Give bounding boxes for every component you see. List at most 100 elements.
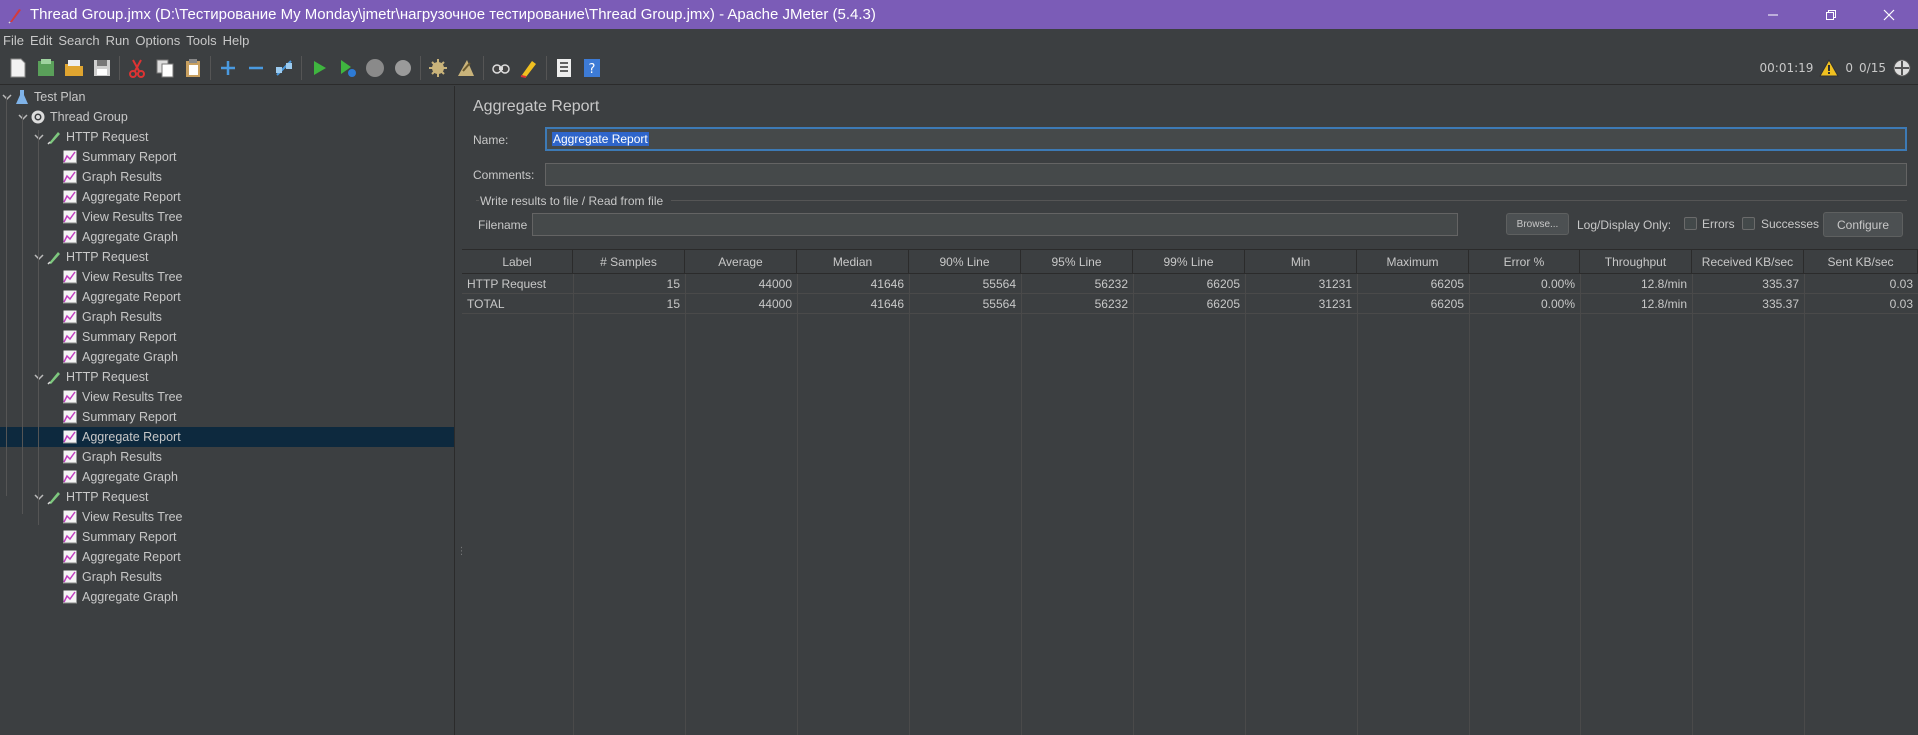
menu-options[interactable]: Options xyxy=(134,33,185,48)
search-button[interactable] xyxy=(487,54,515,82)
column-header[interactable]: # Samples xyxy=(573,250,685,274)
warning-count: 0 xyxy=(1845,61,1854,75)
tree-item[interactable]: HTTP Request xyxy=(0,127,454,147)
restore-button[interactable] xyxy=(1802,0,1860,29)
clear-button[interactable] xyxy=(424,54,452,82)
tree-item[interactable]: Graph Results xyxy=(0,307,454,327)
tree-item[interactable]: HTTP Request xyxy=(0,487,454,507)
name-field[interactable]: Aggregate Report xyxy=(545,127,1907,151)
column-header[interactable]: 90% Line xyxy=(909,250,1021,274)
column-header[interactable]: Label xyxy=(462,250,573,274)
tree-guide-line xyxy=(38,424,39,525)
browse-button[interactable]: Browse... xyxy=(1506,213,1569,235)
toolbar-separator xyxy=(210,55,211,80)
chevron-down-icon[interactable] xyxy=(32,370,46,384)
column-header[interactable]: 99% Line xyxy=(1133,250,1245,274)
listener-icon xyxy=(62,549,78,565)
column-header[interactable]: Error % xyxy=(1469,250,1580,274)
chevron-down-icon[interactable] xyxy=(32,250,46,264)
column-header[interactable]: Maximum xyxy=(1357,250,1469,274)
templates-button[interactable] xyxy=(32,54,60,82)
clear-all-button[interactable] xyxy=(452,54,480,82)
tree-item[interactable]: Aggregate Graph xyxy=(0,347,454,367)
tree-item[interactable]: Summary Report xyxy=(0,147,454,167)
tree-item[interactable]: Aggregate Report xyxy=(0,427,454,447)
reset-search-button[interactable] xyxy=(515,54,543,82)
toggle-button[interactable] xyxy=(270,54,298,82)
column-header[interactable]: Average xyxy=(685,250,797,274)
menu-file[interactable]: File xyxy=(2,33,29,48)
tree-item[interactable]: View Results Tree xyxy=(0,267,454,287)
close-button[interactable] xyxy=(1860,0,1918,29)
menu-search[interactable]: Search xyxy=(57,33,104,48)
function-helper-button[interactable] xyxy=(550,54,578,82)
expand-all-button[interactable] xyxy=(214,54,242,82)
tree-item[interactable]: Thread Group xyxy=(0,107,454,127)
save-button[interactable] xyxy=(88,54,116,82)
paste-button[interactable] xyxy=(179,54,207,82)
errors-checkbox[interactable] xyxy=(1684,217,1697,230)
menu-edit[interactable]: Edit xyxy=(29,33,57,48)
tree-item-label: Summary Report xyxy=(82,150,177,164)
tree-item[interactable]: Summary Report xyxy=(0,407,454,427)
table-cell: 0.03 xyxy=(1889,296,1913,311)
tree-item[interactable]: Aggregate Graph xyxy=(0,467,454,487)
menu-run[interactable]: Run xyxy=(105,33,135,48)
filename-field[interactable] xyxy=(532,213,1458,236)
tree-item[interactable]: Aggregate Report xyxy=(0,187,454,207)
tree-item[interactable]: HTTP Request xyxy=(0,247,454,267)
column-header[interactable]: Median xyxy=(797,250,909,274)
table-row[interactable]: HTTP Request 15 44000 41646 55564 56232 66205 3… xyxy=(462,274,1918,294)
copy-button[interactable] xyxy=(151,54,179,82)
minimize-button[interactable] xyxy=(1744,0,1802,29)
warning-icon[interactable] xyxy=(1819,59,1840,77)
tree-item[interactable]: HTTP Request xyxy=(0,367,454,387)
window-title: Thread Group.jmx (D:\Тестирование My Mon… xyxy=(30,6,876,23)
column-header[interactable]: Min xyxy=(1245,250,1357,274)
tree-item[interactable]: Aggregate Graph xyxy=(0,587,454,607)
successes-checkbox[interactable] xyxy=(1742,217,1755,230)
tree-item[interactable]: Aggregate Report xyxy=(0,547,454,567)
cut-button[interactable] xyxy=(123,54,151,82)
menu-help[interactable]: Help xyxy=(222,33,255,48)
menu-tools[interactable]: Tools xyxy=(185,33,221,48)
configure-button[interactable]: Configure xyxy=(1823,212,1903,237)
chevron-down-icon[interactable] xyxy=(16,110,30,124)
tree-item[interactable]: Graph Results xyxy=(0,567,454,587)
tree-item[interactable]: View Results Tree xyxy=(0,207,454,227)
tree-item[interactable]: View Results Tree xyxy=(0,387,454,407)
tree-item-label: View Results Tree xyxy=(82,390,183,404)
tree-guide-line xyxy=(38,326,39,427)
tree-item[interactable]: Summary Report xyxy=(0,327,454,347)
tree-item[interactable]: Aggregate Graph xyxy=(0,227,454,247)
tree-item[interactable]: Aggregate Report xyxy=(0,287,454,307)
chevron-down-icon[interactable] xyxy=(32,130,46,144)
start-no-pauses-icon xyxy=(341,59,356,77)
tree-item[interactable]: Graph Results xyxy=(0,167,454,187)
column-header[interactable]: Received KB/sec xyxy=(1692,250,1804,274)
tree-item[interactable]: View Results Tree xyxy=(0,507,454,527)
column-header[interactable]: 95% Line xyxy=(1021,250,1133,274)
stop-button[interactable] xyxy=(361,54,389,82)
tree-item[interactable]: Graph Results xyxy=(0,447,454,467)
open-button[interactable] xyxy=(60,54,88,82)
help-button[interactable]: ? xyxy=(578,54,606,82)
split-pane-divider[interactable]: ⋮ xyxy=(454,86,467,735)
comments-field[interactable] xyxy=(545,163,1907,186)
sampler-icon xyxy=(46,369,62,385)
chevron-down-icon[interactable] xyxy=(0,90,14,104)
column-header[interactable]: Throughput xyxy=(1580,250,1692,274)
column-divider xyxy=(1692,274,1693,735)
chevron-down-icon[interactable] xyxy=(32,490,46,504)
collapse-all-button[interactable] xyxy=(242,54,270,82)
table-row[interactable]: TOTAL 15 44000 41646 55564 56232 66205 31231 662… xyxy=(462,294,1918,314)
shutdown-button[interactable] xyxy=(389,54,417,82)
tree-item[interactable]: Test Plan xyxy=(0,87,454,107)
start-button[interactable] xyxy=(305,54,333,82)
new-button[interactable] xyxy=(4,54,32,82)
column-header[interactable]: Sent KB/sec xyxy=(1804,250,1918,274)
start-no-pauses-button[interactable] xyxy=(333,54,361,82)
tree-item[interactable]: Summary Report xyxy=(0,527,454,547)
